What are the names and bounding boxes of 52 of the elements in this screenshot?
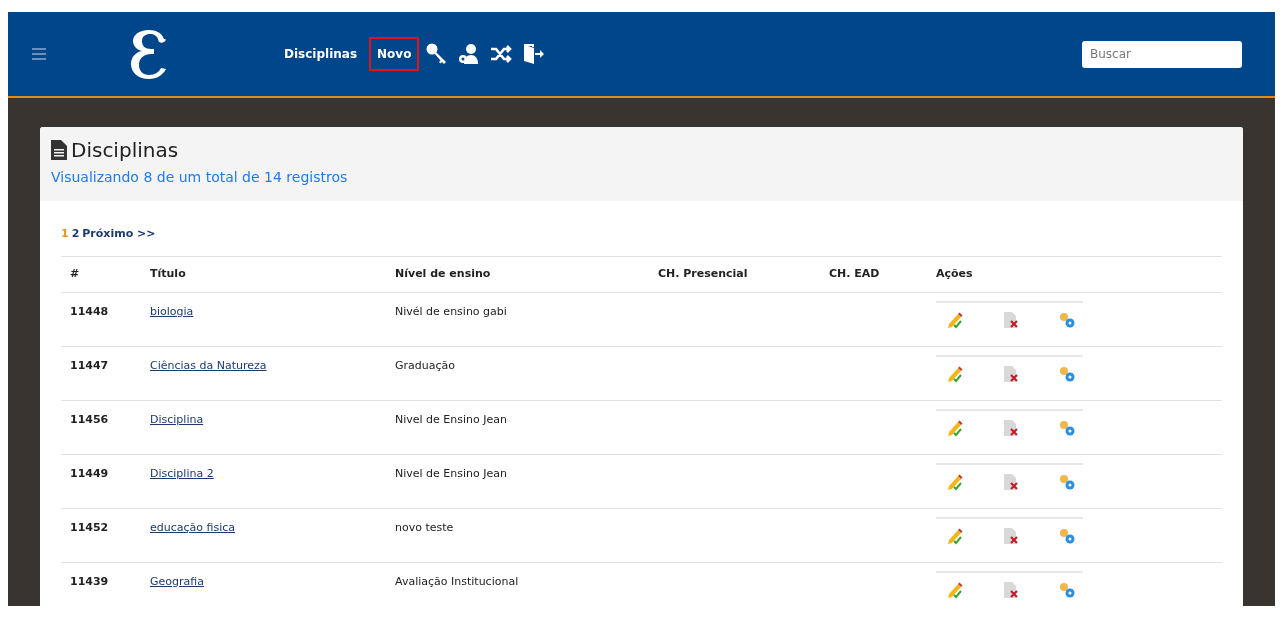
title-link[interactable]: Disciplina bbox=[150, 412, 204, 426]
column-header: CH. Presencial bbox=[658, 256, 829, 292]
records-summary: Visualizando 8 de um total de 14 registros bbox=[51, 168, 349, 187]
title-link[interactable]: Geografia bbox=[150, 574, 204, 588]
link-chain-icon[interactable] bbox=[1058, 580, 1076, 599]
nav-link[interactable]: Disciplinas bbox=[276, 37, 366, 71]
title-link[interactable]: biologia bbox=[150, 304, 194, 318]
column-header: # bbox=[61, 256, 150, 292]
logout-icon[interactable] bbox=[521, 42, 546, 66]
table-cell: Nivél de ensino gabi bbox=[395, 292, 658, 346]
table-cell: Nivel de Ensino Jean bbox=[395, 400, 658, 454]
delete-document-icon[interactable] bbox=[1002, 364, 1020, 383]
table-cell: 11448 bbox=[61, 292, 150, 346]
edit-pencil-icon[interactable] bbox=[946, 418, 964, 437]
table-cell: 11456 bbox=[61, 400, 150, 454]
nav-link[interactable]: Novo bbox=[369, 37, 420, 71]
edit-pencil-icon[interactable] bbox=[946, 580, 964, 599]
link-chain-icon[interactable] bbox=[1058, 472, 1076, 491]
delete-document-icon[interactable] bbox=[1002, 580, 1020, 599]
link-chain-icon[interactable] bbox=[1058, 526, 1076, 545]
delete-document-icon[interactable] bbox=[1002, 418, 1020, 437]
title-link[interactable]: Ciências da Natureza bbox=[150, 358, 267, 372]
edit-pencil-icon[interactable] bbox=[946, 526, 964, 545]
table-cell: novo teste bbox=[395, 508, 658, 562]
search-field[interactable]: Buscar bbox=[1082, 40, 1242, 68]
column-header: Nível de ensino bbox=[395, 256, 658, 292]
title-link[interactable]: Disciplina 2 bbox=[150, 466, 214, 480]
title-link[interactable]: educação fisica bbox=[150, 520, 236, 534]
menu-icon[interactable] bbox=[32, 48, 46, 60]
column-header: Ações bbox=[936, 256, 1222, 292]
document-icon bbox=[51, 140, 67, 160]
column-header: Título bbox=[150, 256, 395, 292]
edit-pencil-icon[interactable] bbox=[946, 364, 964, 383]
delete-document-icon[interactable] bbox=[1002, 472, 1020, 491]
pagination-link[interactable]: Próximo >> bbox=[82, 226, 156, 243]
link-chain-icon[interactable] bbox=[1058, 364, 1076, 383]
table-cell: Avaliação Institucional bbox=[395, 562, 658, 606]
table-cell: 11447 bbox=[61, 346, 150, 400]
page-title: Disciplinas bbox=[71, 137, 179, 164]
edit-pencil-icon[interactable] bbox=[946, 472, 964, 491]
link-chain-icon[interactable] bbox=[1058, 310, 1076, 329]
link-chain-icon[interactable] bbox=[1058, 418, 1076, 437]
table-cell: 11452 bbox=[61, 508, 150, 562]
table-cell: 11449 bbox=[61, 454, 150, 508]
table-cell: Graduação bbox=[395, 346, 658, 400]
delete-document-icon[interactable] bbox=[1002, 310, 1020, 329]
column-header: CH. EAD bbox=[829, 256, 936, 292]
table-cell: 11439 bbox=[61, 562, 150, 606]
delete-document-icon[interactable] bbox=[1002, 526, 1020, 545]
table-cell: Nivel de Ensino Jean bbox=[395, 454, 658, 508]
edit-pencil-icon[interactable] bbox=[946, 310, 964, 329]
pagination-link[interactable]: 2 bbox=[71, 226, 80, 243]
